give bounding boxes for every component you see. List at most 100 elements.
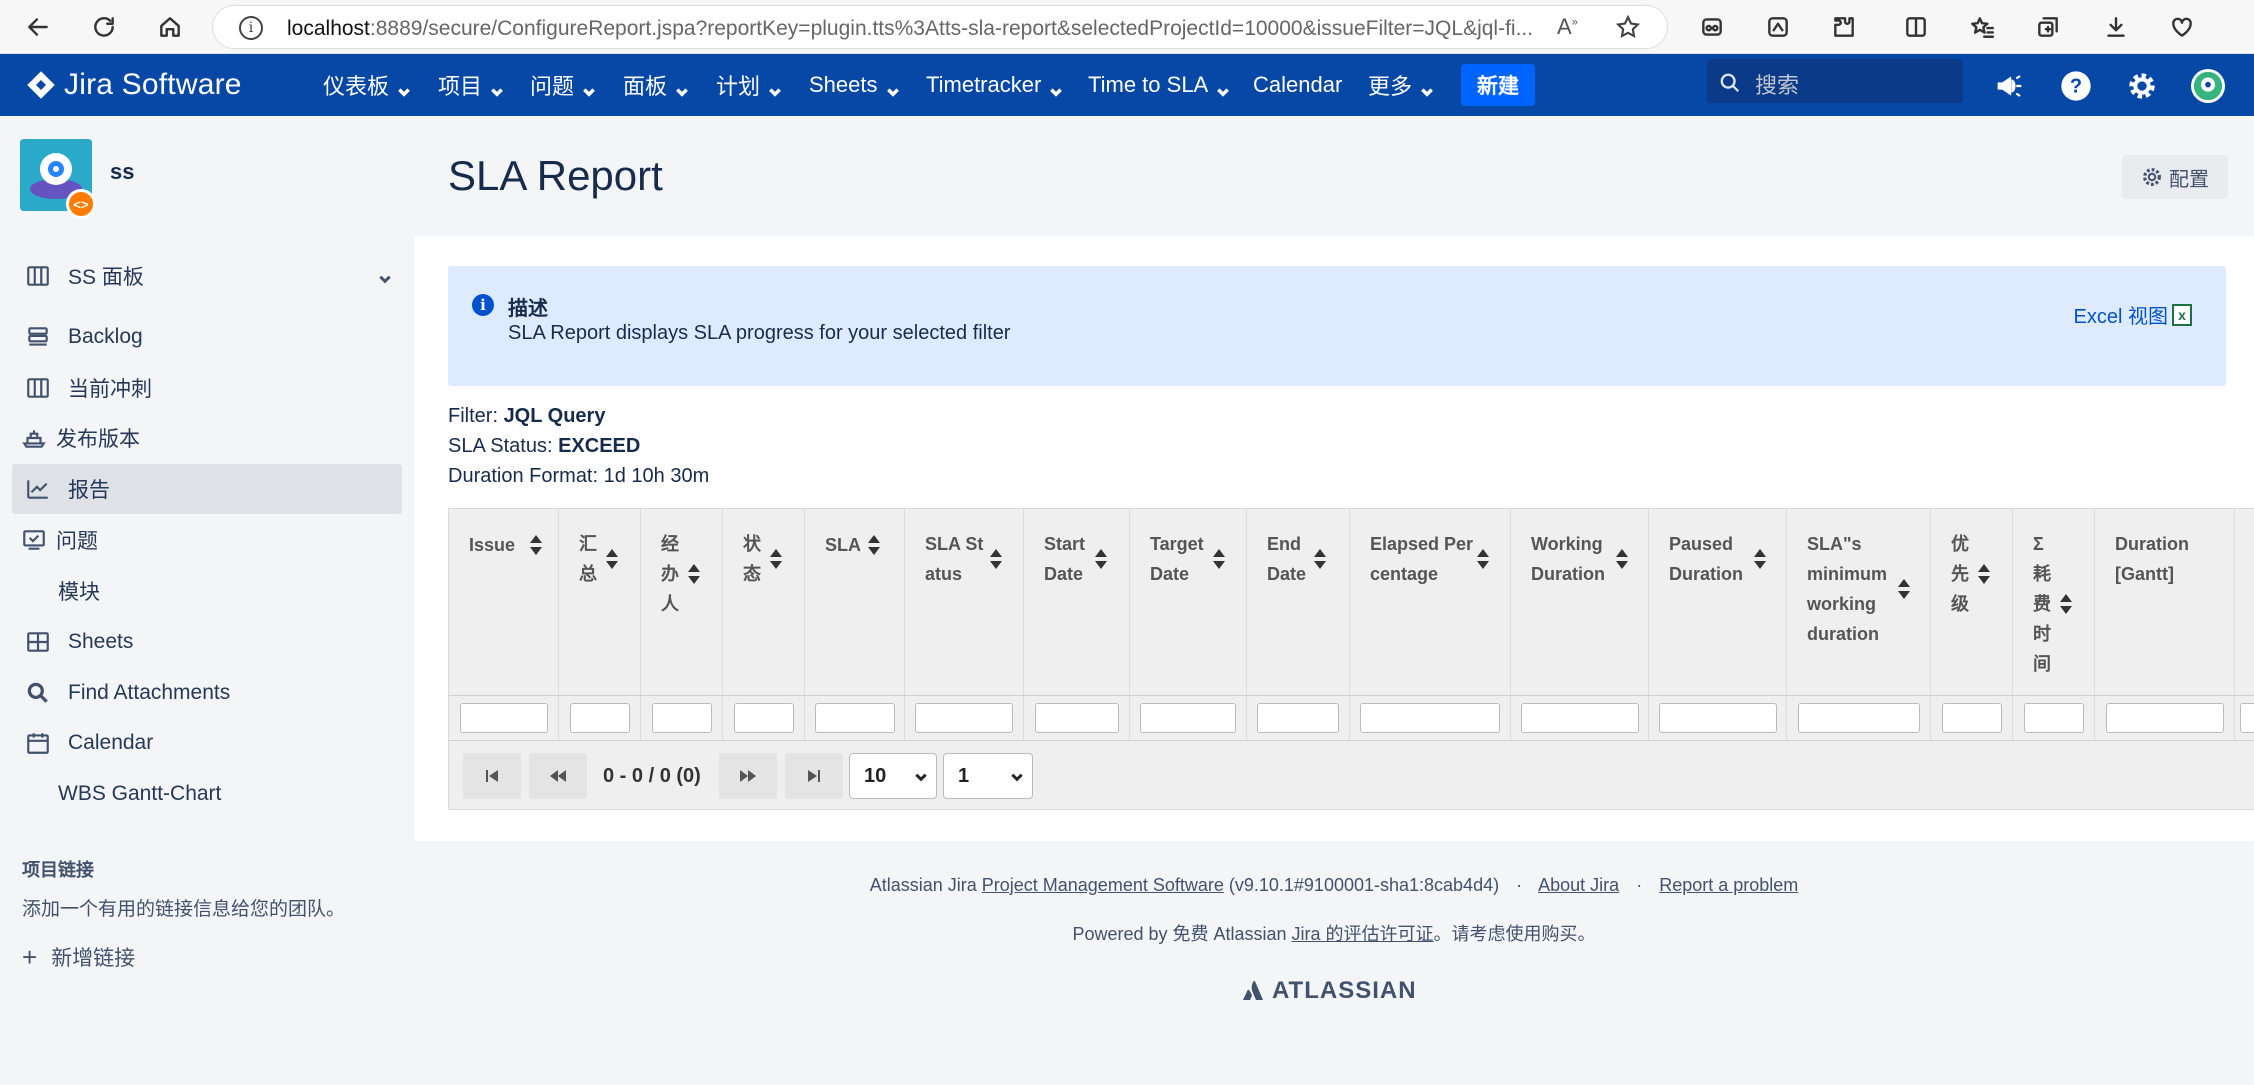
column-filter-input[interactable] bbox=[651, 703, 712, 733]
add-link-label: 新增链接 bbox=[51, 947, 136, 970]
site-info-icon[interactable]: i bbox=[239, 16, 263, 40]
page-size-select[interactable]: 10 bbox=[849, 753, 937, 799]
previous-page-button[interactable] bbox=[529, 753, 587, 799]
sidebar-item-label: 当前冲刺 bbox=[68, 378, 152, 401]
sidebar-item-active-sprint[interactable]: 当前冲刺 bbox=[12, 363, 402, 413]
sidebar-item-reports[interactable]: 报告 bbox=[12, 464, 402, 514]
help-icon[interactable]: ? bbox=[2058, 68, 2094, 104]
sidebar-item-find-attachments[interactable]: Find Attachments bbox=[12, 668, 402, 718]
column-header[interactable]: 经办人 bbox=[641, 509, 723, 695]
atlassian-logo[interactable]: ATLASSIAN bbox=[1242, 977, 1417, 1005]
column-header[interactable]: Duration [Gantt] bbox=[2095, 509, 2235, 695]
extension-icon[interactable] bbox=[1694, 9, 1730, 45]
column-filter-input[interactable] bbox=[569, 703, 630, 733]
column-filter-input[interactable] bbox=[2105, 703, 2224, 733]
column-header[interactable]: SLA Status bbox=[905, 509, 1024, 695]
sidebar-item-calendar[interactable]: Calendar bbox=[12, 718, 402, 768]
column-filter-input[interactable] bbox=[1257, 703, 1339, 733]
nav-calendar[interactable]: Calendar bbox=[1253, 69, 1342, 101]
column-header[interactable]: Paused Duration bbox=[1649, 509, 1787, 695]
column-header[interactable]: Elapsed Percentage bbox=[1350, 509, 1511, 695]
column-header[interactable]: SLA bbox=[805, 509, 905, 695]
evaluation-license-link[interactable]: Jira 的评估许可证 bbox=[1292, 924, 1434, 944]
column-filter-input[interactable] bbox=[814, 703, 895, 733]
column-filter-input[interactable] bbox=[1658, 703, 1777, 733]
create-button[interactable]: 新建 bbox=[1461, 64, 1535, 106]
sidebar-item-backlog[interactable]: Backlog bbox=[12, 312, 402, 362]
column-header[interactable]: Start Date bbox=[1024, 509, 1130, 695]
settings-gear-icon[interactable] bbox=[2124, 68, 2160, 104]
column-filter-input[interactable] bbox=[1520, 703, 1639, 733]
nav-issues[interactable]: 问题 bbox=[530, 69, 595, 101]
home-icon[interactable] bbox=[152, 9, 188, 45]
extension-icon[interactable] bbox=[1760, 9, 1796, 45]
nav-projects[interactable]: 项目 bbox=[438, 69, 503, 101]
favorites-icon[interactable] bbox=[1964, 9, 2000, 45]
sidebar-item-issues[interactable]: 问题 bbox=[12, 515, 402, 565]
nav-plans[interactable]: 计划 bbox=[716, 69, 781, 101]
chevron-down-icon bbox=[768, 79, 781, 97]
collections-icon[interactable] bbox=[2030, 9, 2066, 45]
sort-icon bbox=[1313, 548, 1327, 570]
column-filter-input[interactable] bbox=[1034, 703, 1119, 733]
back-icon[interactable] bbox=[20, 9, 56, 45]
next-page-button[interactable] bbox=[719, 753, 777, 799]
column-filter-input[interactable] bbox=[2023, 703, 2084, 733]
column-filter-input[interactable] bbox=[2239, 703, 2254, 733]
performance-icon[interactable] bbox=[2164, 9, 2200, 45]
add-link-button[interactable]: + 新增链接 bbox=[22, 942, 135, 972]
jira-logo[interactable]: Jira Software bbox=[26, 67, 242, 103]
column-header[interactable]: 优先级 bbox=[1931, 509, 2013, 695]
column-header[interactable]: SLA"s minimum working duration bbox=[1787, 509, 1931, 695]
sidebar-item-wbs-gantt[interactable]: WBS Gantt-Chart bbox=[12, 769, 402, 819]
column-filter-input[interactable] bbox=[1797, 703, 1920, 733]
nav-dashboards[interactable]: 仪表板 bbox=[323, 69, 410, 101]
column-header[interactable]: Target Date bbox=[1130, 509, 1247, 695]
column-header[interactable] bbox=[2235, 509, 2254, 695]
nav-sheets[interactable]: Sheets bbox=[809, 69, 899, 101]
downloads-icon[interactable] bbox=[2098, 9, 2134, 45]
nav-timetracker[interactable]: Timetracker bbox=[926, 69, 1063, 101]
search-input[interactable]: 搜索 bbox=[1707, 59, 1963, 103]
address-bar[interactable]: i localhost:8889/secure/ConfigureReport.… bbox=[212, 5, 1668, 49]
sort-icon bbox=[687, 563, 701, 585]
column-filter-input[interactable] bbox=[1941, 703, 2002, 733]
column-header[interactable]: Working Duration bbox=[1511, 509, 1649, 695]
column-filter-input[interactable] bbox=[1360, 703, 1500, 733]
column-filter-input[interactable] bbox=[459, 703, 548, 733]
refresh-icon[interactable] bbox=[86, 9, 122, 45]
split-screen-icon[interactable] bbox=[1898, 9, 1934, 45]
column-header[interactable]: 状态 bbox=[723, 509, 805, 695]
favorite-star-icon[interactable] bbox=[1615, 14, 1641, 45]
sidebar-item-sheets[interactable]: Sheets bbox=[12, 617, 402, 667]
browser-toolbar: i localhost:8889/secure/ConfigureReport.… bbox=[0, 0, 2254, 54]
read-aloud-icon[interactable]: A» bbox=[1557, 14, 1578, 40]
last-page-button[interactable] bbox=[785, 753, 843, 799]
excel-view-link[interactable]: Excel 视图 x bbox=[2074, 300, 2192, 329]
column-header[interactable]: 汇总 bbox=[559, 509, 641, 695]
user-avatar[interactable] bbox=[2190, 68, 2226, 104]
configure-button[interactable]: 配置 bbox=[2122, 155, 2228, 199]
column-filter-input[interactable] bbox=[915, 703, 1013, 733]
nav-more[interactable]: 更多 bbox=[1368, 69, 1433, 101]
nav-boards[interactable]: 面板 bbox=[623, 69, 688, 101]
column-filter-input[interactable] bbox=[1140, 703, 1236, 733]
first-page-button[interactable] bbox=[463, 753, 521, 799]
about-jira-link[interactable]: About Jira bbox=[1538, 875, 1619, 895]
announcement-icon[interactable] bbox=[1992, 68, 2028, 104]
project-management-software-link[interactable]: Project Management Software bbox=[982, 875, 1224, 895]
sidebar-board-selector[interactable]: SS 面板 bbox=[12, 251, 402, 301]
page-number-select[interactable]: 1 bbox=[943, 753, 1033, 799]
puzzle-icon[interactable] bbox=[1826, 9, 1862, 45]
column-header[interactable]: End Date bbox=[1247, 509, 1350, 695]
url-text: localhost:8889/secure/ConfigureReport.js… bbox=[287, 17, 1534, 40]
report-problem-link[interactable]: Report a problem bbox=[1659, 875, 1798, 895]
sidebar-item-components[interactable]: 模块 bbox=[12, 566, 402, 616]
column-filter-input[interactable] bbox=[733, 703, 794, 733]
nav-time-to-sla[interactable]: Time to SLA bbox=[1088, 69, 1230, 101]
project-links-heading: 项目链接 bbox=[22, 860, 94, 880]
nav-label: 仪表板 bbox=[323, 74, 390, 99]
column-header[interactable]: Issue bbox=[449, 509, 559, 695]
column-header[interactable]: Σ 耗费时间 bbox=[2013, 509, 2095, 695]
sidebar-item-releases[interactable]: 发布版本 bbox=[12, 413, 402, 463]
